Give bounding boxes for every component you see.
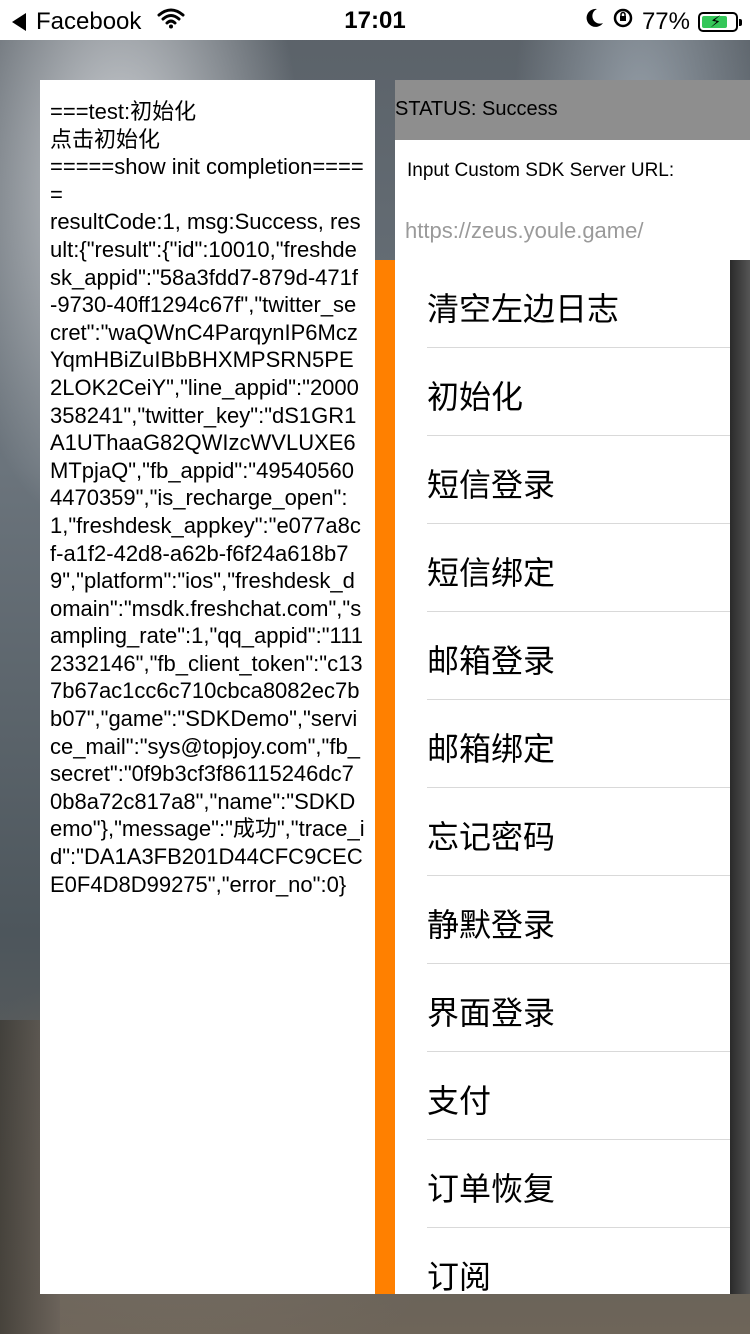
menu-item-subscribe[interactable]: 订阅 — [395, 1228, 730, 1294]
menu-item-sms-login[interactable]: 短信登录 — [395, 436, 730, 524]
menu-item-label: 界面登录 — [427, 994, 556, 1032]
menu-item-label: 订单恢复 — [427, 1170, 556, 1208]
battery-icon: ⚡ — [698, 11, 742, 32]
menu-item-clear-log[interactable]: 清空左边日志 — [395, 260, 730, 348]
panel-divider — [375, 260, 395, 1294]
menu-item-email-bind[interactable]: 邮箱绑定 — [395, 700, 730, 788]
menu-item-forgot-password[interactable]: 忘记密码 — [395, 788, 730, 876]
moon-icon — [584, 7, 604, 36]
menu-item-silent-login[interactable]: 静默登录 — [395, 876, 730, 964]
log-text: ===test:初始化 点击初始化 =====show init complet… — [50, 99, 365, 897]
menu-item-label: 短信登录 — [427, 466, 556, 504]
menu-item-pay[interactable]: 支付 — [395, 1052, 730, 1140]
action-menu[interactable]: 清空左边日志 初始化 短信登录 短信绑定 邮箱登录 邮箱绑定 忘记密码 静默登录… — [395, 260, 730, 1294]
menu-item-label: 邮箱绑定 — [427, 730, 556, 768]
rotation-lock-icon — [612, 7, 634, 36]
menu-item-sms-bind[interactable]: 短信绑定 — [395, 524, 730, 612]
server-url-panel: Input Custom SDK Server URL: — [395, 140, 750, 260]
server-url-label: Input Custom SDK Server URL: — [407, 160, 675, 181]
battery-percent: 77% — [641, 7, 690, 35]
menu-edge-background — [730, 260, 750, 1294]
status-bar: Facebook 17:01 77% ⚡ — [0, 0, 750, 40]
menu-item-label: 清空左边日志 — [427, 290, 620, 328]
menu-item-label: 支付 — [427, 1082, 492, 1120]
menu-item-label: 邮箱登录 — [427, 642, 556, 680]
status-header: STATUS: Success — [395, 80, 750, 140]
menu-item-label: 忘记密码 — [427, 818, 556, 856]
menu-item-init[interactable]: 初始化 — [395, 348, 730, 436]
menu-item-label: 初始化 — [427, 378, 524, 416]
menu-item-label: 短信绑定 — [427, 554, 556, 592]
status-text: STATUS: Success — [395, 98, 558, 120]
menu-item-label: 订阅 — [427, 1258, 492, 1294]
menu-item-order-restore[interactable]: 订单恢复 — [395, 1140, 730, 1228]
menu-item-label: 静默登录 — [427, 906, 556, 944]
menu-item-email-login[interactable]: 邮箱登录 — [395, 612, 730, 700]
menu-item-ui-login[interactable]: 界面登录 — [395, 964, 730, 1052]
server-url-input[interactable] — [405, 214, 735, 248]
log-panel[interactable]: ===test:初始化 点击初始化 =====show init complet… — [40, 80, 375, 1294]
